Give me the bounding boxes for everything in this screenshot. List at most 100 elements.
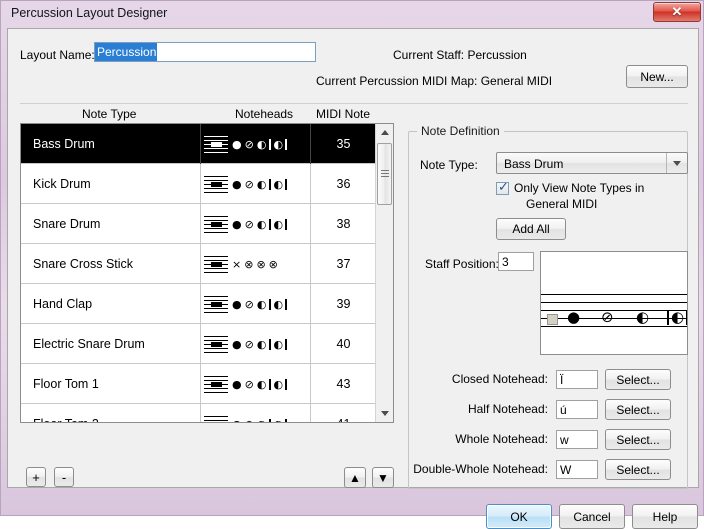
staff-icon	[204, 171, 230, 197]
notehead-glyphs: ●⊘◐◐	[232, 217, 290, 231]
notehead-glyph: ◐	[256, 377, 267, 391]
midi-note-value: 36	[336, 177, 351, 191]
scroll-up-arrow-icon[interactable]	[376, 124, 393, 141]
table-row[interactable]: Electric Snare Drum ● ⊘ ◐ ◐ 40	[21, 324, 377, 364]
notehead-glyph: ⊗	[256, 257, 266, 271]
select-notehead-button[interactable]: Select...	[605, 459, 671, 480]
staff-icon	[204, 291, 230, 317]
noteheads-cell: ●⊘◐◐	[200, 124, 310, 164]
notehead-glyph: ⊘	[244, 137, 254, 151]
notehead-glyph: ◐	[269, 298, 288, 310]
table-row[interactable]: Floor Tom 2●⊘◐◐41	[21, 404, 377, 423]
note-type-name: Snare Cross Stick	[33, 257, 134, 271]
notehead-char-input[interactable]	[556, 400, 598, 419]
notehead-glyphs: ●⊘◐◐	[232, 297, 290, 311]
notehead-glyph: ●	[232, 377, 242, 391]
note-type-list[interactable]: Bass Drum ● ⊘ ◐ ◐ 35 Kick Drum ● ⊘ ◐ ◐ 36 Snare Drum…	[20, 123, 394, 423]
note-type-name: Bass Drum	[33, 137, 95, 151]
window-title: Percussion Layout Designer	[11, 6, 168, 20]
select-notehead-button[interactable]: Select...	[605, 429, 671, 450]
add-all-button[interactable]: Add All	[496, 218, 566, 240]
note-type-name: Electric Snare Drum	[33, 337, 145, 351]
notehead-glyph: ⊘	[244, 297, 254, 311]
staff-position-marker	[547, 314, 558, 325]
check-icon: ✓	[498, 180, 509, 195]
notehead-glyph: ◐	[256, 297, 267, 311]
scrollbar-thumb[interactable]	[377, 143, 392, 205]
notehead-glyph: ⊗	[244, 257, 254, 271]
table-row[interactable]: Snare Drum ● ⊘ ◐ ◐ 38	[21, 204, 377, 244]
layout-name-input[interactable]	[94, 42, 316, 62]
column-header-midi-note: MIDI Note	[316, 107, 371, 121]
preview-notehead: ●	[567, 308, 581, 326]
table-row[interactable]: Kick Drum ● ⊘ ◐ ◐ 36	[21, 164, 377, 204]
ok-button[interactable]: OK	[486, 504, 552, 529]
staff-position-input[interactable]	[498, 252, 534, 271]
notehead-glyph: ◐	[256, 177, 267, 191]
staff-position-label: Staff Position:	[425, 257, 499, 271]
notehead-char-input[interactable]	[556, 430, 598, 449]
staff-icon	[204, 331, 230, 357]
table-row[interactable]: Floor Tom 1 ● ⊘ ◐ ◐ 43	[21, 364, 377, 404]
notehead-glyphs: ●⊘◐◐	[232, 418, 290, 423]
note-type-label: Note Type:	[420, 158, 478, 172]
only-general-midi-checkbox[interactable]: ✓	[496, 180, 509, 195]
layout-name-label: Layout Name:	[20, 48, 95, 62]
cancel-button[interactable]: Cancel	[559, 504, 625, 529]
column-header-noteheads: Noteheads	[235, 107, 294, 121]
midi-note-value: 39	[336, 297, 351, 311]
noteheads-cell: ●⊘◐◐	[200, 324, 310, 364]
notehead-glyphs: ●⊘◐◐	[232, 137, 290, 151]
move-up-button[interactable]: ▲	[344, 467, 366, 488]
noteheads-cell: ●⊘◐◐	[200, 404, 310, 423]
staff-icon	[204, 411, 230, 422]
new-button[interactable]: New...	[626, 65, 688, 88]
notehead-glyph: ◐	[269, 218, 288, 230]
note-type-name: Kick Drum	[33, 177, 91, 191]
note-type-name: Floor Tom 2	[33, 404, 99, 422]
note-type-dropdown[interactable]: Bass Drum	[496, 152, 688, 174]
help-button[interactable]: Help	[632, 504, 698, 529]
midi-note-value: 35	[336, 137, 351, 151]
notehead-glyph: ⊘	[244, 177, 254, 191]
notehead-glyph: ◐	[269, 418, 288, 422]
notehead-glyph: ●	[232, 419, 242, 423]
move-down-button[interactable]: ▼	[372, 467, 394, 488]
notehead-field-label: Closed Notehead:	[451, 372, 548, 386]
table-row[interactable]: Snare Cross Stick × ⊗ ⊗ ⊗ 37	[21, 244, 377, 284]
notehead-glyph: ⊘	[244, 377, 254, 391]
notehead-field-label: Whole Notehead:	[455, 432, 548, 446]
dialog-window: Percussion Layout Designer ✕ Layout Name…	[0, 0, 704, 529]
midi-note-value: 41	[310, 404, 377, 422]
header-divider	[20, 103, 688, 104]
list-scrollbar[interactable]	[375, 124, 393, 422]
table-row[interactable]: Hand Clap ● ⊘ ◐ ◐ 39	[21, 284, 377, 324]
notehead-glyph: ◐	[256, 217, 267, 231]
notehead-glyph: ●	[232, 137, 242, 151]
preview-notehead: ◐	[667, 310, 687, 325]
notehead-glyph: ◐	[256, 337, 267, 351]
close-button[interactable]: ✕	[653, 2, 701, 22]
notehead-glyph: ◐	[257, 419, 267, 423]
notehead-field-label: Double-Whole Notehead:	[413, 462, 548, 476]
staff-icon	[204, 371, 230, 397]
select-notehead-button[interactable]: Select...	[605, 399, 671, 420]
select-notehead-button[interactable]: Select...	[605, 369, 671, 390]
notehead-glyph: ●	[232, 177, 242, 191]
checkbox-label-line1: Only View Note Types in	[514, 181, 645, 195]
notehead-glyph: ●	[232, 297, 242, 311]
scroll-down-arrow-icon[interactable]	[376, 405, 393, 422]
staff-icon	[204, 131, 230, 157]
noteheads-cell: ●⊘◐◐	[200, 164, 310, 204]
preview-notehead: ⊘	[601, 308, 614, 326]
remove-note-type-button[interactable]: -	[54, 467, 74, 487]
notehead-field-label: Half Notehead:	[467, 402, 548, 416]
notehead-glyph: ⊘	[245, 419, 254, 423]
notehead-char-input[interactable]	[556, 460, 598, 479]
add-note-type-button[interactable]: +	[26, 467, 46, 487]
notehead-glyph: ⊘	[244, 337, 254, 351]
notehead-glyph: ◐	[256, 137, 267, 151]
table-row[interactable]: Bass Drum ● ⊘ ◐ ◐ 35	[21, 124, 377, 164]
title-bar: Percussion Layout Designer ✕	[1, 1, 704, 27]
notehead-char-input[interactable]	[556, 370, 598, 389]
